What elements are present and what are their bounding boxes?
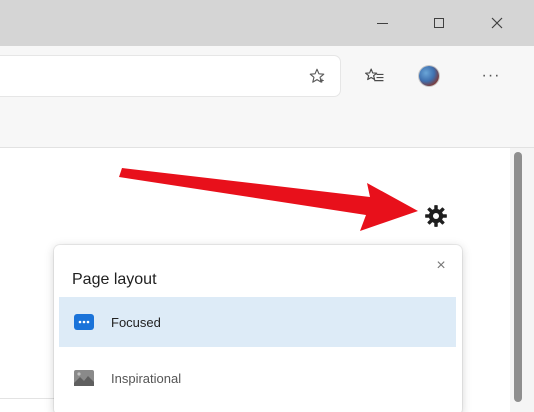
browser-window: ··· × Page layout Focused Inspirational xyxy=(0,0,534,412)
favorites-button[interactable] xyxy=(358,59,392,93)
more-options-button[interactable]: ··· xyxy=(474,59,508,93)
favorites-bar xyxy=(0,110,534,148)
address-bar[interactable] xyxy=(0,56,340,96)
flyout-title: Page layout xyxy=(72,271,157,288)
maximize-button[interactable] xyxy=(419,8,459,38)
favorites-list-icon xyxy=(365,68,384,82)
flyout-close-button[interactable]: × xyxy=(430,255,452,277)
inspirational-layout-icon xyxy=(73,367,95,389)
profile-button[interactable] xyxy=(412,59,446,93)
layout-option-label: Inspirational xyxy=(111,370,182,386)
ellipsis-icon: ··· xyxy=(481,67,501,84)
maximize-icon xyxy=(434,18,444,28)
layout-option-focused[interactable]: Focused xyxy=(59,297,456,347)
close-icon: × xyxy=(436,257,446,274)
focused-layout-icon xyxy=(73,311,95,333)
title-bar xyxy=(0,0,534,46)
minimize-button[interactable] xyxy=(362,8,402,38)
page-settings-button[interactable] xyxy=(420,200,452,232)
close-icon xyxy=(491,17,503,29)
browser-toolbar: ··· xyxy=(0,46,534,110)
avatar xyxy=(419,66,439,86)
add-favorite-button[interactable] xyxy=(300,59,334,93)
page-layout-flyout: × Page layout Focused Inspirational xyxy=(54,245,462,412)
close-window-button[interactable] xyxy=(477,8,517,38)
minimize-icon xyxy=(376,22,388,24)
star-icon xyxy=(309,68,325,83)
layout-option-inspirational[interactable]: Inspirational xyxy=(59,353,456,403)
gear-icon xyxy=(425,205,447,227)
scrollbar-thumb[interactable] xyxy=(514,152,522,402)
layout-option-label: Focused xyxy=(111,314,161,330)
divider xyxy=(0,398,60,399)
